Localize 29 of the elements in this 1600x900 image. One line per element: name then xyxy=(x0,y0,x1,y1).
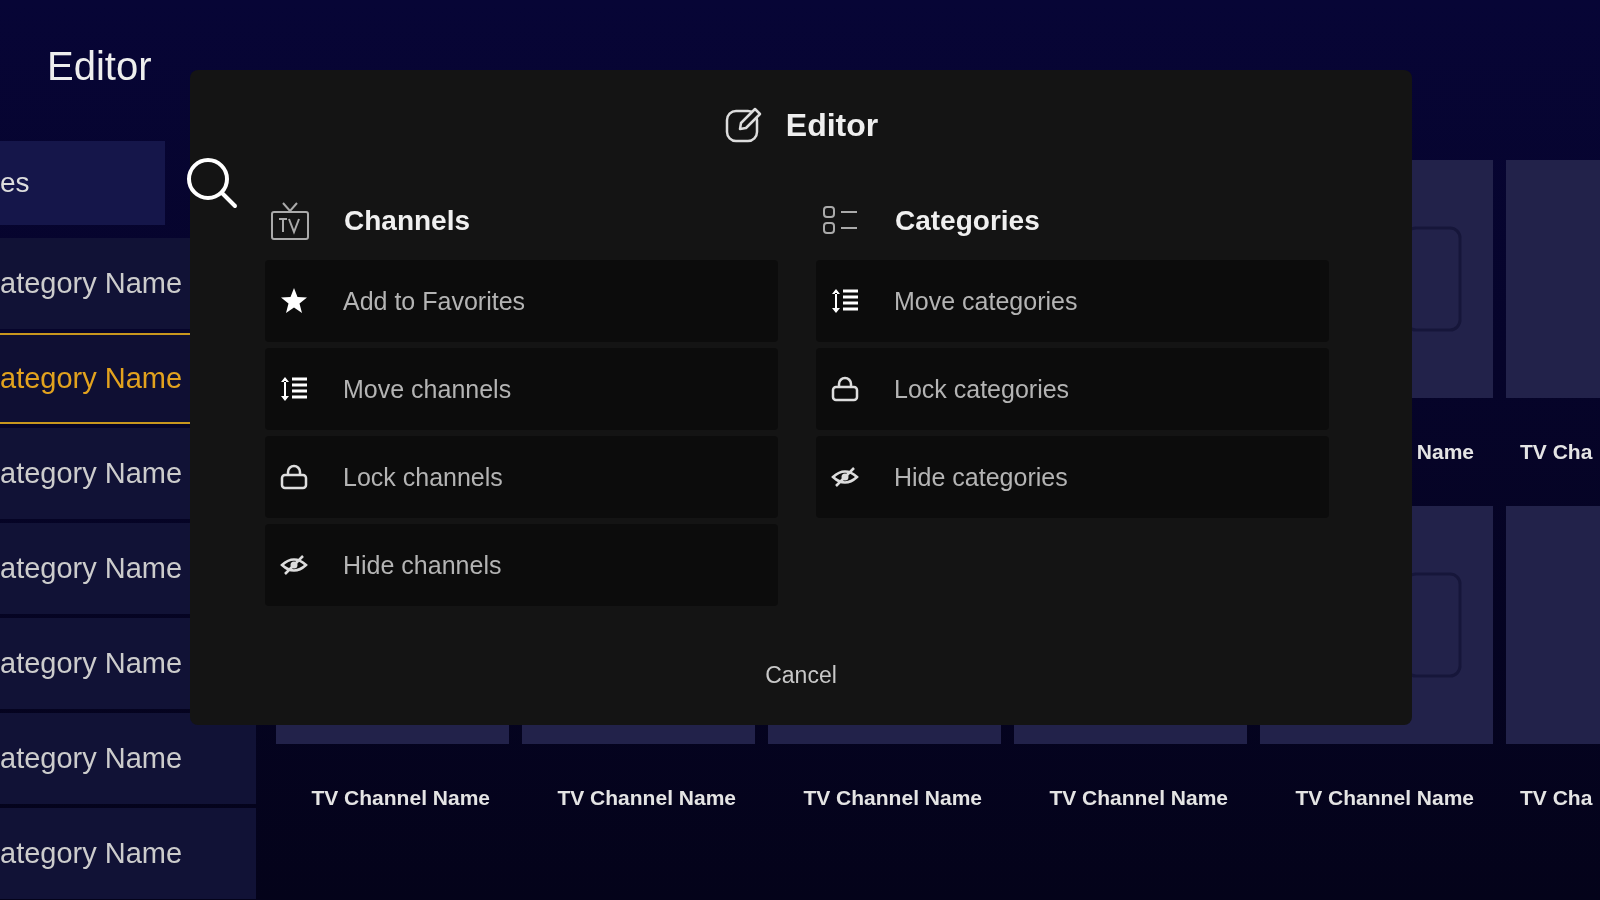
tv-icon xyxy=(270,201,310,241)
menu-item[interactable]: Hide channels xyxy=(265,524,778,606)
category-item[interactable]: ategory Name xyxy=(0,808,256,899)
edit-icon xyxy=(723,105,764,145)
channel-name: TV Channel Name xyxy=(311,786,490,810)
category-item[interactable]: ategory Name xyxy=(0,713,256,804)
section-title: Channels xyxy=(344,205,471,237)
menu-item[interactable]: Move categories xyxy=(816,260,1329,342)
menu-item[interactable]: Lock channels xyxy=(265,436,778,518)
search-field[interactable]: es xyxy=(0,141,165,225)
menu-item[interactable]: Move channels xyxy=(265,348,778,430)
channel-name: TV Channel Name xyxy=(1049,786,1228,810)
channel-name: Name xyxy=(1416,440,1474,464)
section-title: Categories xyxy=(895,205,1040,237)
menu-item[interactable]: Hide categories xyxy=(816,436,1329,518)
lock-icon xyxy=(830,374,860,404)
channel-name: TV Channel Name xyxy=(803,786,982,810)
star-icon xyxy=(279,286,309,316)
cancel-button[interactable]: Cancel xyxy=(753,656,849,695)
channel-name: TV Cha xyxy=(1520,440,1593,464)
dialog-title: Editor xyxy=(785,106,879,144)
menu-item[interactable]: Lock categories xyxy=(816,348,1329,430)
channel-name: TV Channel Name xyxy=(557,786,736,810)
channel-name: TV Channel Name xyxy=(1295,786,1474,810)
search-icon[interactable] xyxy=(185,156,239,210)
lock-icon xyxy=(279,462,309,492)
channel-name: TV Cha xyxy=(1520,786,1593,810)
page-title: Editor xyxy=(46,43,153,90)
menu-item[interactable]: Add to Favorites xyxy=(265,260,778,342)
